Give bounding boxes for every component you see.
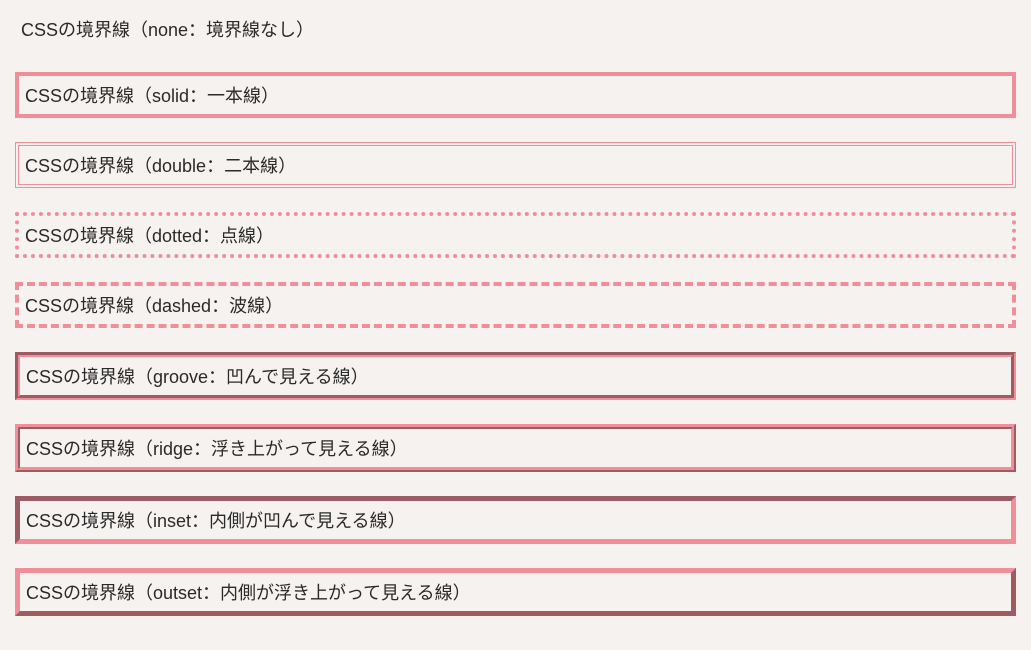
border-sample-label: CSSの境界線（dotted：点線） [25, 226, 274, 246]
border-sample-label: CSSの境界線（inset：内側が凹んで見える線） [26, 511, 406, 531]
border-sample-label: CSSの境界線（ridge：浮き上がって見える線） [26, 439, 408, 459]
border-sample-double: CSSの境界線（double：二本線） [15, 142, 1016, 188]
border-sample-label: CSSの境界線（solid：一本線） [25, 86, 279, 106]
border-sample-none: CSSの境界線（none：境界線なし） [15, 10, 1016, 48]
border-sample-inset: CSSの境界線（inset：内側が凹んで見える線） [15, 496, 1016, 544]
border-sample-dashed: CSSの境界線（dashed：波線） [15, 282, 1016, 328]
border-sample-label: CSSの境界線（outset：内側が浮き上がって見える線） [26, 583, 471, 603]
border-sample-solid: CSSの境界線（solid：一本線） [15, 72, 1016, 118]
border-sample-outset: CSSの境界線（outset：内側が浮き上がって見える線） [15, 568, 1016, 616]
border-sample-dotted: CSSの境界線（dotted：点線） [15, 212, 1016, 258]
border-sample-ridge: CSSの境界線（ridge：浮き上がって見える線） [15, 424, 1016, 472]
border-sample-groove: CSSの境界線（groove：凹んで見える線） [15, 352, 1016, 400]
border-sample-label: CSSの境界線（double：二本線） [25, 156, 296, 176]
border-sample-label: CSSの境界線（groove：凹んで見える線） [26, 367, 369, 387]
border-sample-label: CSSの境界線（dashed：波線） [25, 296, 283, 316]
border-sample-label: CSSの境界線（none：境界線なし） [21, 20, 314, 40]
